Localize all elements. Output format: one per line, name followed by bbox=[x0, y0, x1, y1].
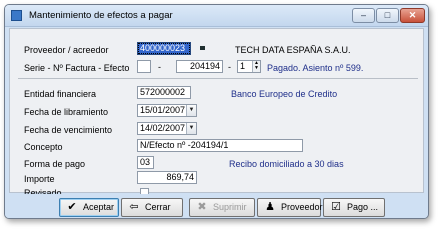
dash-separator-2: - bbox=[228, 62, 231, 72]
entidad-label: Entidad financiera bbox=[24, 89, 97, 99]
entidad-name: Banco Europeo de Credito bbox=[231, 89, 338, 99]
forma-pago-label: Forma de pago bbox=[24, 159, 86, 169]
factura-number-input[interactable]: 204194 bbox=[176, 60, 223, 73]
concepto-label: Concepto bbox=[24, 142, 63, 152]
chevron-down-icon[interactable]: ▼ bbox=[186, 123, 196, 134]
exit-door-icon: ⇦ bbox=[129, 201, 139, 213]
proveedor-label: Proveedor / acreedor bbox=[24, 45, 109, 55]
maximize-button[interactable]: □ bbox=[376, 8, 399, 23]
app-icon bbox=[11, 10, 22, 21]
proveedor-name: TECH DATA ESPAÑA S.A.U. bbox=[235, 45, 351, 55]
forma-pago-description: Recibo domiciliado a 30 dias bbox=[229, 159, 344, 169]
cerrar-button[interactable]: ⇦ Cerrar bbox=[121, 198, 183, 217]
chevron-down-icon[interactable]: ▼ bbox=[186, 105, 196, 116]
aceptar-label: Aceptar bbox=[83, 202, 115, 212]
window-title: Mantenimiento de efectos a pagar bbox=[29, 10, 173, 21]
efecto-value: 1 bbox=[240, 61, 246, 71]
serie-input[interactable] bbox=[137, 60, 151, 73]
fecha-vencimiento-picker[interactable]: 14/02/2007 ▼ bbox=[137, 122, 197, 135]
button-bar: ✔ Aceptar ⇦ Cerrar ✖ Suprimir ♟ Proveedo… bbox=[5, 194, 428, 218]
spinner-buttons[interactable]: ▲ ▼ bbox=[252, 61, 260, 72]
proveedor-button[interactable]: ♟ Proveedor bbox=[257, 198, 323, 217]
title-bar[interactable]: Mantenimiento de efectos a pagar – □ ✕ bbox=[5, 5, 428, 27]
suprimir-button[interactable]: ✖ Suprimir bbox=[189, 198, 255, 217]
proveedor-indicator bbox=[200, 46, 205, 50]
efecto-spinner[interactable]: 1 ▲ ▼ bbox=[237, 60, 261, 73]
suprimir-label: Suprimir bbox=[213, 202, 247, 212]
entidad-input[interactable]: 572000002 bbox=[137, 86, 191, 99]
fecha-libramiento-picker[interactable]: 15/01/2007 ▼ bbox=[137, 104, 197, 117]
importe-input[interactable]: 869,74 bbox=[137, 171, 197, 184]
fecha-vencimiento-value: 14/02/2007 bbox=[140, 123, 186, 133]
dash-separator-1: - bbox=[158, 62, 161, 72]
aceptar-button[interactable]: ✔ Aceptar bbox=[59, 198, 119, 217]
fecha-vencimiento-label: Fecha de vencimiento bbox=[24, 125, 113, 135]
cerrar-label: Cerrar bbox=[145, 202, 171, 212]
person-icon: ♟ bbox=[265, 201, 275, 213]
close-button[interactable]: ✕ bbox=[400, 8, 425, 23]
fecha-libramiento-label: Fecha de libramiento bbox=[24, 107, 109, 117]
form-panel: Proveedor / acreedor 400000023 TECH DATA… bbox=[9, 28, 424, 198]
section-divider bbox=[18, 78, 418, 79]
forma-pago-input[interactable]: 03 bbox=[137, 156, 154, 169]
factura-label: Serie - Nº Factura - Efecto bbox=[24, 63, 130, 73]
payment-check-icon: ☑ bbox=[331, 201, 341, 213]
pago-label: Pago ... bbox=[347, 202, 379, 212]
proveedor-input[interactable]: 400000023 bbox=[137, 42, 191, 55]
spin-down-icon[interactable]: ▼ bbox=[253, 66, 260, 71]
importe-label: Importe bbox=[24, 174, 55, 184]
minimize-button[interactable]: – bbox=[352, 8, 375, 23]
pago-button[interactable]: ☑ Pago ... bbox=[323, 198, 385, 217]
checkmark-icon: ✔ bbox=[67, 201, 77, 213]
dialog-window: Mantenimiento de efectos a pagar – □ ✕ P… bbox=[4, 4, 429, 219]
factura-status: Pagado. Asiento nº 599. bbox=[267, 63, 364, 73]
delete-x-icon: ✖ bbox=[197, 201, 207, 213]
fecha-libramiento-value: 15/01/2007 bbox=[140, 105, 186, 115]
proveedor-button-label: Proveedor bbox=[281, 202, 323, 212]
concepto-input[interactable]: N/Efecto nº -204194/1 bbox=[137, 139, 303, 152]
